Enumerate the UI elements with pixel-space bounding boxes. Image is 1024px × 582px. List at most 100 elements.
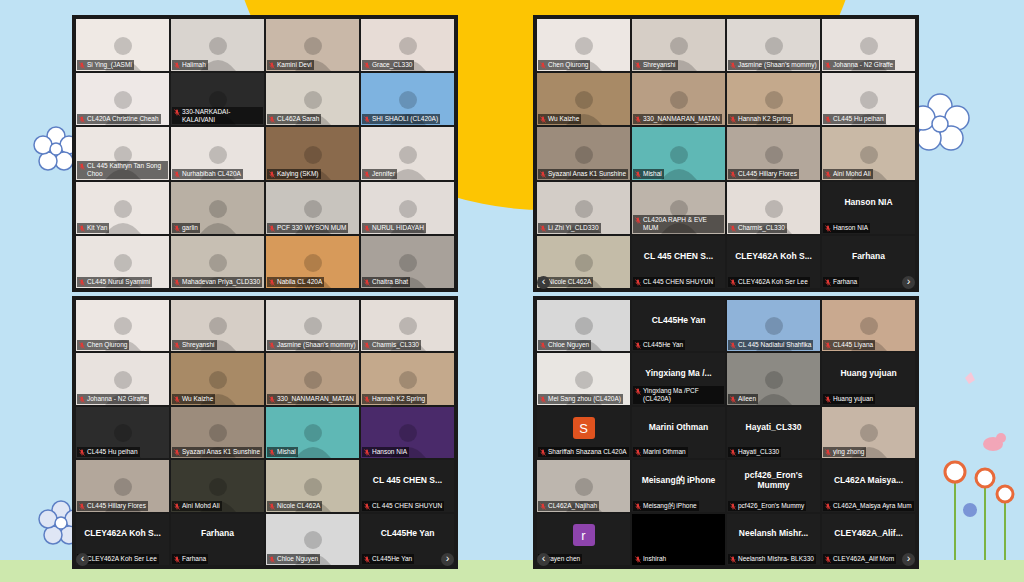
participant-tile[interactable]: Chaitra Bhat (361, 236, 454, 288)
prev-page-button[interactable]: ‹ (537, 276, 550, 289)
participant-tile[interactable]: Marini OthmanMarini Othman (632, 407, 725, 458)
participant-label: Hayati_CL330 (728, 447, 781, 457)
mic-muted-icon (364, 342, 370, 349)
participant-tile[interactable]: pcf426_Eron's Mummypcf426_Eron's Mummy (727, 460, 820, 511)
participant-tile[interactable]: Charmis_CL330 (361, 300, 454, 351)
participant-tile[interactable]: Johanna - N2 Giraffe (76, 353, 169, 404)
participant-tile[interactable]: Aini Mohd Ali (171, 460, 264, 511)
participant-tile[interactable]: CLEY462A Koh S...CLEY462A Koh Ser Lee (76, 514, 169, 565)
participant-tile[interactable]: CL445 Hu peihan (822, 73, 915, 125)
participant-tile[interactable]: 330-NARKADAI-KALAIVANI (171, 73, 264, 125)
participant-tile[interactable]: CL462A Maisya...CL462A_Maisya Ayra Mum (822, 460, 915, 511)
participant-tile[interactable]: Charmis_CL330 (727, 182, 820, 234)
participant-tile[interactable]: CL445 Hu peihan (76, 407, 169, 458)
participant-tile[interactable]: Mishal (266, 407, 359, 458)
participant-tile[interactable]: Yingxiang Ma /...Yingxiang Ma /PCF (CL42… (632, 353, 725, 404)
participant-tile[interactable]: CL 445 CHEN S...CL 445 CHEN SHUYUN (361, 460, 454, 511)
mic-muted-icon (364, 62, 370, 69)
participant-tile[interactable]: Kaiying (SKM) (266, 127, 359, 179)
participant-label: CL445He Yan (362, 554, 414, 564)
participant-tile[interactable]: Aileen (727, 353, 820, 404)
participant-tile[interactable]: CL462A Sarah (266, 73, 359, 125)
participant-label: Meisang的 iPhone (633, 501, 699, 511)
prev-page-button[interactable]: ‹ (76, 553, 89, 566)
next-page-button[interactable]: › (902, 553, 915, 566)
participant-tile[interactable]: Shreyanshi (171, 300, 264, 351)
participant-tile[interactable]: Li Zhi Yi_CLD330 (537, 182, 630, 234)
participant-tile[interactable]: Syazani Anas K1 Sunshine (537, 127, 630, 179)
next-page-button[interactable]: › (441, 553, 454, 566)
participant-tile[interactable]: CLEY462A_Alif...CLEY462A_Alif Mom (822, 514, 915, 565)
participant-tile[interactable]: CL445 Hillary Flores (727, 127, 820, 179)
participant-tile[interactable]: CL445 Liyana (822, 300, 915, 351)
participant-tile[interactable]: Hayati_CL330Hayati_CL330 (727, 407, 820, 458)
participant-tile[interactable]: Hanson NIAHanson NIA (822, 182, 915, 234)
participant-label: ying zhong (823, 447, 866, 457)
participant-tile[interactable]: Chen Qiurong (76, 300, 169, 351)
participant-tile[interactable]: CLEY462A Koh S...CLEY462A Koh Ser Lee (727, 236, 820, 288)
participant-tile[interactable]: Chloe Nguyen (266, 514, 359, 565)
participant-label-text: CL445 Hu peihan (87, 448, 138, 456)
participant-tile[interactable]: Kit Yan (76, 182, 169, 234)
participant-tile[interactable]: CL420A RAPH & EVE MUM (632, 182, 725, 234)
participant-tile[interactable]: CL420A Christine Cheah (76, 73, 169, 125)
mic-muted-icon (79, 503, 85, 510)
participant-tile[interactable]: CL445 Nurul Syamimi (76, 236, 169, 288)
participant-tile[interactable]: Aini Mohd Ali (822, 127, 915, 179)
participant-tile[interactable]: FarhanaFarhana (171, 514, 264, 565)
participant-tile[interactable]: Shreyanshi (632, 19, 725, 71)
participant-tile[interactable]: Hanson NIA (361, 407, 454, 458)
participant-tile[interactable]: SHI SHAOLI (CL420A) (361, 73, 454, 125)
participant-tile[interactable]: rrayen chen (537, 514, 630, 565)
participant-tile[interactable]: Chen Qiurong (537, 19, 630, 71)
participant-tile[interactable]: Neelansh Mishr...Neelansh Mishra- BLK330 (727, 514, 820, 565)
participant-tile[interactable]: CL462A_Najihah (537, 460, 630, 511)
participant-tile[interactable]: Syazani Anas K1 Sunshine (171, 407, 264, 458)
participant-tile[interactable]: NURUL HIDAYAH (361, 182, 454, 234)
participant-tile[interactable]: 330_NANMARAN_MATAN (266, 353, 359, 404)
participant-tile[interactable]: CL445He YanCL445He Yan (632, 300, 725, 351)
participant-tile[interactable]: Wu Kaizhe (537, 73, 630, 125)
participant-label: SHI SHAOLI (CL420A) (362, 114, 440, 124)
participant-tile[interactable]: ying zhong (822, 407, 915, 458)
participant-tile[interactable]: Nabila CL 420A (266, 236, 359, 288)
participant-tile[interactable]: Jennifer (361, 127, 454, 179)
participant-tile[interactable]: CL 445 Kathryn Tan Song Choo (76, 127, 169, 179)
participant-tile[interactable]: Mahadevan Priya_CLD330 (171, 236, 264, 288)
prev-page-button[interactable]: ‹ (537, 553, 550, 566)
participant-tile[interactable]: Meisang的 iPhoneMeisang的 iPhone (632, 460, 725, 511)
participant-tile[interactable]: Mei Sang zhou (CL420A) (537, 353, 630, 404)
participant-tile[interactable]: CL445 Hillary Flores (76, 460, 169, 511)
participant-tile[interactable]: Halimah (171, 19, 264, 71)
participant-tile[interactable]: Inshirah (632, 514, 725, 565)
participant-label: Neelansh Mishra- BLK330 (728, 554, 816, 564)
participant-tile[interactable]: 330_NANMARAN_MATAN (632, 73, 725, 125)
participant-tile[interactable]: Hannah K2 Spring (361, 353, 454, 404)
participant-label-text: Mahadevan Priya_CLD330 (182, 278, 260, 286)
participant-tile[interactable]: FarhanaFarhana (822, 236, 915, 288)
participant-tile[interactable]: Hannah K2 Spring (727, 73, 820, 125)
participant-tile[interactable]: Chloe Nguyen (537, 300, 630, 351)
participant-tile[interactable]: CL 445 CHEN S...CL 445 CHEN SHUYUN (632, 236, 725, 288)
participant-label-text: CL445 Hu peihan (833, 115, 884, 123)
mic-muted-icon (174, 225, 180, 232)
participant-tile[interactable]: Grace_CL330 (361, 19, 454, 71)
participant-tile[interactable]: Nurhabibah CL420A (171, 127, 264, 179)
participant-tile[interactable]: Jasmine (Shaan's mommy) (266, 300, 359, 351)
participant-tile[interactable]: Kamini Devi (266, 19, 359, 71)
participant-tile[interactable]: PCF 330 WYSON MUM (266, 182, 359, 234)
participant-tile[interactable]: Wu Kaizhe (171, 353, 264, 404)
participant-tile[interactable]: garlin (171, 182, 264, 234)
participant-tile[interactable]: SShariffah Shazana CL420A (537, 407, 630, 458)
participant-tile[interactable]: CL445He YanCL445He Yan (361, 514, 454, 565)
participant-tile[interactable]: Mishal (632, 127, 725, 179)
participant-tile[interactable]: Johanna - N2 Giraffe (822, 19, 915, 71)
participant-tile[interactable]: Nicole CL462A (266, 460, 359, 511)
participant-tile[interactable]: Huang yujuanHuang yujuan (822, 353, 915, 404)
participant-tile[interactable]: CL 445 Nadiatul Shahfika (727, 300, 820, 351)
participant-label-text: Hanson NIA (372, 448, 407, 456)
next-page-button[interactable]: › (902, 276, 915, 289)
participant-tile[interactable]: Jasmine (Shaan's mommy) (727, 19, 820, 71)
participant-tile[interactable]: Nicole CL462A (537, 236, 630, 288)
participant-tile[interactable]: Si Ying_(JASMI (76, 19, 169, 71)
